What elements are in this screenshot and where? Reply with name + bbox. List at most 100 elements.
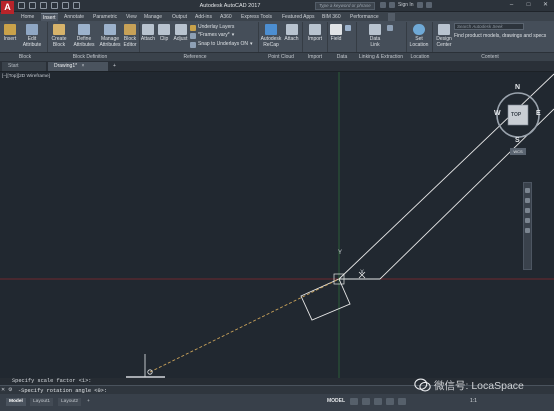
exchange-icon[interactable]: [416, 2, 423, 8]
underlay-layers-button[interactable]: Underlay Layers: [190, 24, 234, 31]
block-editor-icon: [124, 24, 136, 35]
wrench-icon[interactable]: ⚙: [8, 387, 13, 393]
extract-icon[interactable]: [387, 24, 393, 31]
new-tab-button[interactable]: +: [110, 62, 119, 71]
edit-attribute-button[interactable]: Edit Attribute: [20, 24, 44, 48]
group-label-location[interactable]: Location: [408, 54, 432, 61]
steering-wheel-icon[interactable]: [525, 188, 530, 193]
orbit-icon[interactable]: [525, 218, 530, 223]
search-icon[interactable]: [380, 2, 386, 8]
add-layout-button[interactable]: +: [84, 398, 93, 406]
tab-start[interactable]: Start: [2, 62, 46, 71]
viewcube-north[interactable]: N: [515, 84, 520, 91]
viewport-controls[interactable]: [–][Top][2D Wireframe]: [2, 74, 50, 79]
group-label-linking-extraction[interactable]: Linking & Extraction: [357, 54, 405, 61]
zoom-icon[interactable]: [525, 208, 530, 213]
field-button[interactable]: Field: [328, 24, 344, 42]
app-menu-button[interactable]: A: [1, 1, 14, 14]
minimize-button[interactable]: –: [503, 0, 520, 11]
tab-featured-apps[interactable]: Featured Apps: [280, 13, 317, 21]
viewcube-west[interactable]: W: [494, 110, 501, 117]
sign-in-link[interactable]: Sign In: [398, 2, 414, 8]
tab-annotate[interactable]: Annotate: [62, 13, 86, 21]
adjust-button[interactable]: Adjust: [172, 24, 189, 42]
define-attributes-button[interactable]: Define Attributes: [71, 24, 97, 48]
close-button[interactable]: ✕: [537, 0, 554, 11]
close-icon[interactable]: ×: [81, 63, 84, 69]
polar-icon[interactable]: [386, 398, 394, 405]
viewcube-face-label[interactable]: TOP: [511, 112, 521, 118]
viewcube-south[interactable]: S: [515, 137, 520, 144]
search-input[interactable]: Type a keyword or phrase: [315, 2, 375, 10]
help-icon[interactable]: [425, 2, 432, 8]
autodesk-recap-button[interactable]: Autodesk ReCap: [259, 24, 283, 48]
ribbon-minimize-icon[interactable]: [388, 13, 395, 21]
group-label-block-definition[interactable]: Block Definition: [60, 54, 120, 61]
osnap-icon[interactable]: [398, 398, 406, 405]
edit-attribute-icon: [26, 24, 38, 35]
tab-layout1[interactable]: Layout1: [30, 398, 54, 406]
wechat-watermark: 微信号: LocaSpace: [414, 374, 554, 396]
tab-insert[interactable]: Insert: [41, 13, 58, 21]
undo-icon[interactable]: [62, 2, 69, 9]
tab-home[interactable]: Home: [19, 13, 36, 21]
snap-icon[interactable]: [362, 398, 370, 405]
model-space-toggle[interactable]: MODEL: [327, 398, 345, 404]
maximize-button[interactable]: □: [520, 0, 537, 11]
drawing-canvas[interactable]: [0, 72, 554, 378]
drawing-viewport[interactable]: [–][Top][2D Wireframe] N S W E TOP WCS Y…: [0, 72, 554, 378]
tab-addins[interactable]: Add-ins: [193, 13, 214, 21]
pan-icon[interactable]: [525, 198, 530, 203]
viewcube-east[interactable]: E: [536, 110, 541, 117]
group-label-content[interactable]: Content: [470, 54, 510, 61]
redo-icon[interactable]: [73, 2, 80, 9]
import-button[interactable]: Import: [304, 24, 326, 42]
frames-vary-dropdown[interactable]: *Frames vary* ▾: [190, 32, 234, 39]
group-label-reference[interactable]: Reference: [170, 54, 220, 61]
group-label-import[interactable]: Import: [304, 54, 326, 61]
ortho-icon[interactable]: [374, 398, 382, 405]
tab-drawing1[interactable]: Drawing1* ×: [48, 62, 108, 71]
annotation-scale[interactable]: 1:1: [470, 398, 477, 404]
open-icon[interactable]: [29, 2, 36, 9]
tab-layout2[interactable]: Layout2: [58, 398, 82, 406]
tab-output[interactable]: Output: [170, 13, 189, 21]
navigation-bar[interactable]: [523, 182, 532, 270]
attach-point-cloud-button[interactable]: Attach: [283, 24, 300, 42]
autocad-window: A Autodesk AutoCAD 2017 Type a keyword o…: [0, 0, 554, 411]
data-link-button[interactable]: Data Link: [365, 24, 385, 48]
user-icon[interactable]: [389, 2, 395, 8]
tab-a360[interactable]: A360: [218, 13, 234, 21]
tab-view[interactable]: View: [124, 13, 139, 21]
snap-to-underlays-dropdown[interactable]: Snap to Underlays ON ▾: [190, 41, 253, 48]
manage-attributes-button[interactable]: Manage Attributes: [97, 24, 123, 48]
showmotion-icon[interactable]: [525, 228, 530, 233]
close-icon[interactable]: ✕: [1, 387, 6, 393]
group-label-data[interactable]: Data: [330, 54, 354, 61]
tab-performance[interactable]: Performance: [348, 13, 381, 21]
tab-model[interactable]: Model: [6, 398, 26, 406]
seek-description[interactable]: Find product models, drawings and specs: [454, 33, 550, 39]
attach-button[interactable]: Attach: [140, 24, 156, 42]
command-input[interactable]: [18, 387, 438, 394]
save-icon[interactable]: [40, 2, 47, 9]
block-editor-button[interactable]: Block Editor: [122, 24, 138, 48]
group-label-block[interactable]: Block: [10, 54, 40, 61]
tab-express-tools[interactable]: Express Tools: [239, 13, 274, 21]
tab-bim360[interactable]: BIM 360: [320, 13, 343, 21]
new-icon[interactable]: [18, 2, 25, 9]
tab-manage[interactable]: Manage: [142, 13, 164, 21]
clip-button[interactable]: Clip: [157, 24, 171, 42]
tab-parametric[interactable]: Parametric: [91, 13, 119, 21]
group-label-point-cloud[interactable]: Point Cloud: [262, 54, 300, 61]
grid-icon[interactable]: [350, 398, 358, 405]
saveas-icon[interactable]: [51, 2, 58, 9]
create-block-button[interactable]: Create Block: [49, 24, 69, 48]
command-line-icons: ✕ ⚙: [1, 387, 13, 393]
table-icon[interactable]: [345, 24, 351, 31]
wcs-menu[interactable]: WCS: [510, 148, 526, 155]
insert-button[interactable]: Insert: [2, 24, 18, 42]
set-location-button[interactable]: Set Location: [408, 24, 430, 48]
design-center-button[interactable]: Design Center: [434, 24, 454, 48]
seek-search-input[interactable]: Search Autodesk Seek: [454, 23, 524, 30]
